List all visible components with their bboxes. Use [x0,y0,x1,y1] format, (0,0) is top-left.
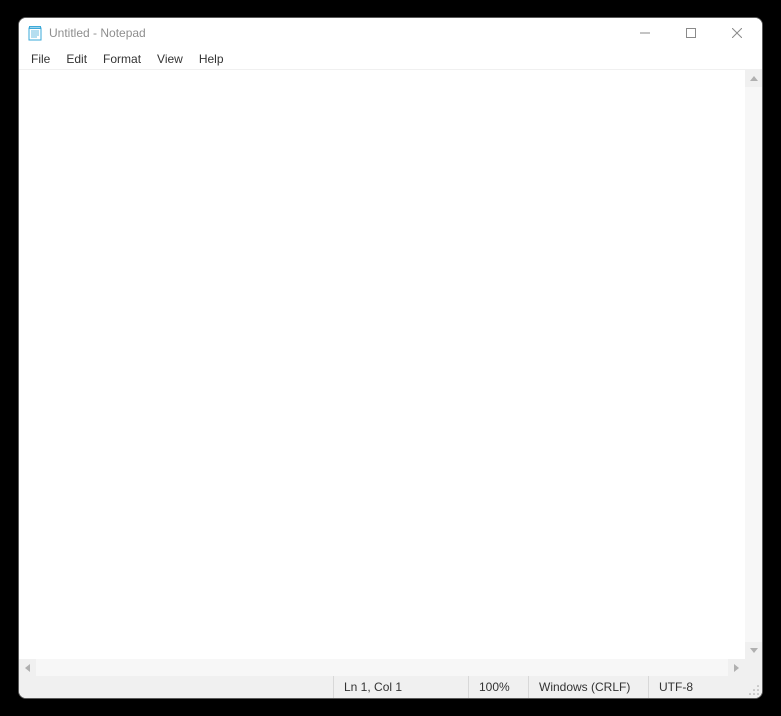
status-zoom: 100% [468,676,528,698]
minimize-button[interactable] [622,18,668,48]
status-position: Ln 1, Col 1 [333,676,468,698]
arrow-down-icon [750,648,758,653]
status-encoding: UTF-8 [648,676,744,698]
close-button[interactable] [714,18,760,48]
titlebar[interactable]: Untitled - Notepad [19,18,762,48]
scroll-down-button[interactable] [745,642,762,659]
status-line-ending: Windows (CRLF) [528,676,648,698]
notepad-icon [27,25,43,41]
horizontal-scrollbar[interactable] [19,659,745,676]
menubar: File Edit Format View Help [19,48,762,70]
menu-view[interactable]: View [149,50,191,68]
resize-grip[interactable] [744,676,762,698]
vertical-scrollbar[interactable] [745,70,762,659]
scroll-left-button[interactable] [19,659,36,676]
editor-area [19,70,762,659]
maximize-button[interactable] [668,18,714,48]
statusbar: Ln 1, Col 1 100% Windows (CRLF) UTF-8 [19,676,762,698]
horizontal-scroll-row [19,659,762,676]
menu-help[interactable]: Help [191,50,232,68]
arrow-up-icon [750,76,758,81]
text-editor[interactable] [19,70,745,659]
menu-format[interactable]: Format [95,50,149,68]
window-controls [622,18,760,48]
arrow-left-icon [25,664,30,672]
menu-file[interactable]: File [23,50,58,68]
vertical-scroll-track[interactable] [745,87,762,642]
status-spacer [19,676,333,698]
menu-edit[interactable]: Edit [58,50,95,68]
scroll-right-button[interactable] [728,659,745,676]
scroll-up-button[interactable] [745,70,762,87]
arrow-right-icon [734,664,739,672]
horizontal-scroll-track[interactable] [36,659,728,676]
notepad-window: Untitled - Notepad File Edit Format View… [18,17,763,699]
scroll-corner [745,659,762,676]
window-title: Untitled - Notepad [49,26,622,40]
